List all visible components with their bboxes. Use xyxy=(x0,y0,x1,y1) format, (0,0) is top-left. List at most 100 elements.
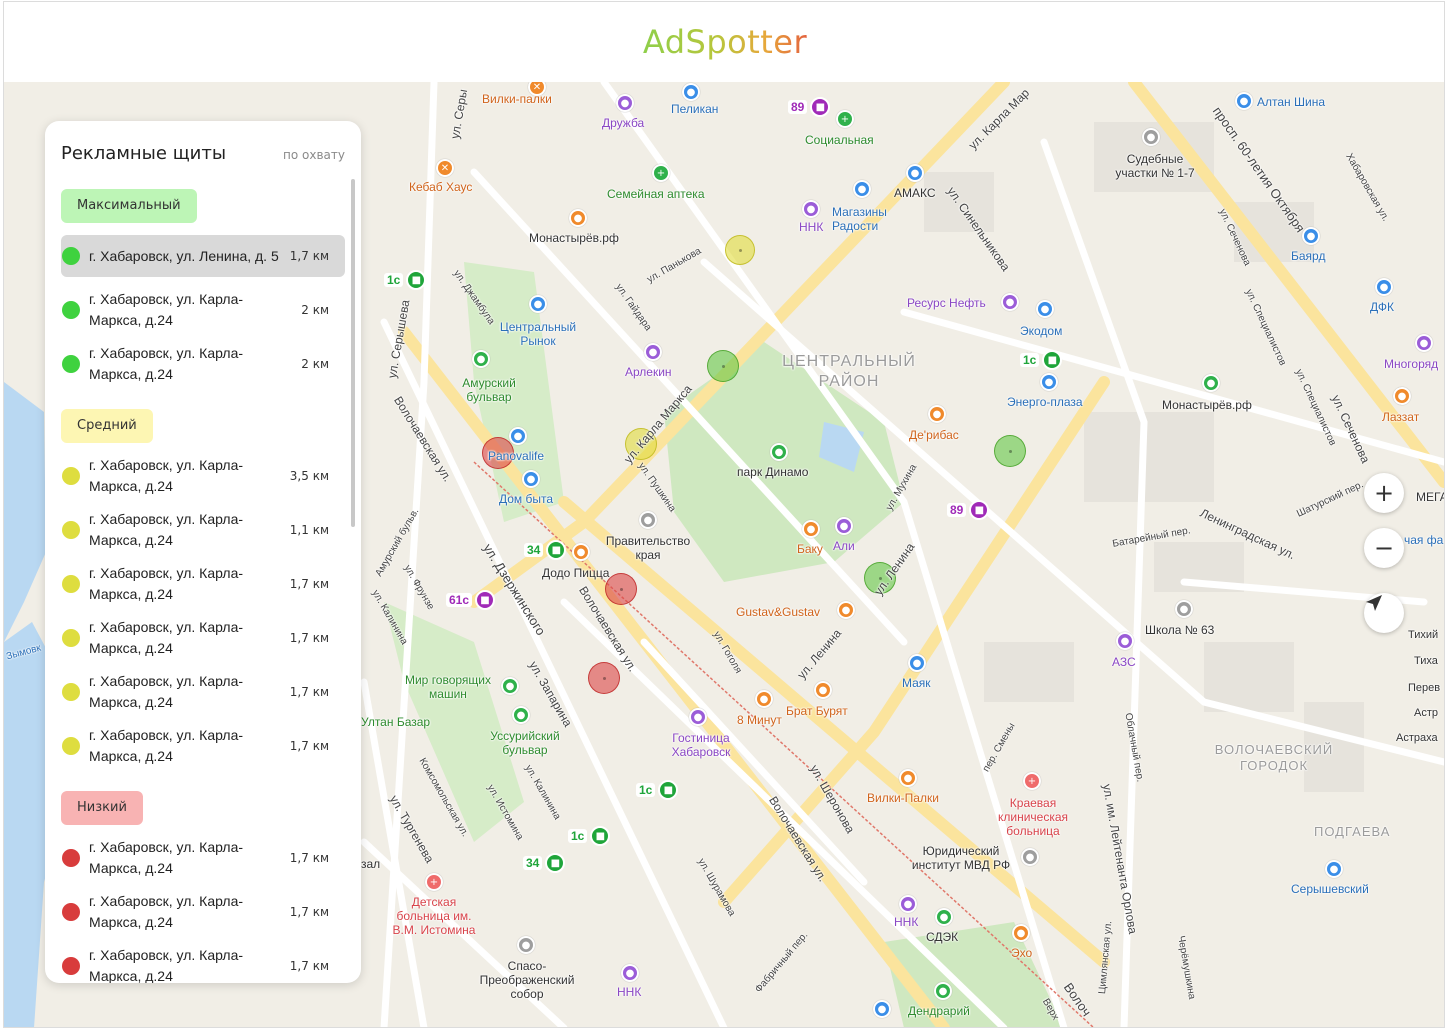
restaurant-icon[interactable]: ● xyxy=(802,520,820,538)
church-icon[interactable]: ● xyxy=(517,936,535,954)
park-icon[interactable]: ● xyxy=(770,443,788,461)
pizza-icon[interactable]: ● xyxy=(572,543,590,561)
list-item[interactable]: г. Хабаровск, ул. Карла-Маркса, д.24 1,7 … xyxy=(61,725,345,767)
shop-icon[interactable]: ● xyxy=(1375,278,1393,296)
park-icon[interactable]: ● xyxy=(472,350,490,368)
group-badge-max: Максимальный xyxy=(61,189,197,223)
hotel-icon[interactable]: ● xyxy=(689,708,707,726)
shop-icon[interactable]: ● xyxy=(1415,334,1433,352)
app-logo[interactable]: AdSpotter xyxy=(643,23,807,61)
restaurant-icon[interactable]: ● xyxy=(928,405,946,423)
shop-icon[interactable]: ● xyxy=(1235,92,1253,110)
list-item[interactable]: г. Хабаровск, ул. Карла-Маркса, д.24 1,7 … xyxy=(61,891,345,933)
place-label: МЕГА xyxy=(1416,490,1445,504)
shop-icon[interactable]: ● xyxy=(682,83,700,101)
government-icon[interactable]: ● xyxy=(639,511,657,529)
place-label: Энерго-плаза xyxy=(1007,395,1083,409)
bus-stop[interactable]: 1с ■ xyxy=(384,270,427,290)
place-label: Детская больница им. В.М. Истомина xyxy=(392,895,476,937)
billboard-spot[interactable] xyxy=(605,573,637,605)
coverage-dot xyxy=(62,355,80,373)
restaurant-icon[interactable]: ● xyxy=(899,769,917,787)
billboard-spot[interactable] xyxy=(994,435,1026,467)
bus-stop[interactable]: 61с ■ xyxy=(446,590,496,610)
place-label: ДФК xyxy=(1370,300,1394,314)
panel-title: Рекламные щиты xyxy=(61,143,227,164)
theatre-icon[interactable]: ● xyxy=(644,343,662,361)
pharmacy-icon[interactable]: + xyxy=(652,164,670,182)
shop-icon[interactable]: ● xyxy=(873,1000,891,1018)
locate-button[interactable] xyxy=(1364,593,1404,633)
shop-icon[interactable]: ● xyxy=(1036,300,1054,318)
list-item[interactable]: г. Хабаровск, ул. Карла-Маркса, д.24 1,7 … xyxy=(61,671,345,713)
coverage-dot xyxy=(62,301,80,319)
list-item[interactable]: г. Хабаровск, ул. Карла-Маркса, д.24 1,7 … xyxy=(61,837,345,879)
shop-icon[interactable]: ● xyxy=(569,209,587,227)
panel-scrollbar[interactable] xyxy=(351,179,355,527)
fuel-icon[interactable]: ● xyxy=(1001,293,1019,311)
place-label: парк Динамо xyxy=(737,465,809,479)
list-item[interactable]: г. Хабаровск, ул. Карла-Маркса, д.24 3,5 … xyxy=(61,455,345,497)
zoom-in-button[interactable]: + xyxy=(1364,473,1404,513)
fuel-icon[interactable]: ● xyxy=(899,895,917,913)
billboard-address: г. Хабаровск, ул. Карла-Маркса, д.24 xyxy=(89,673,244,710)
fuel-icon[interactable]: ● xyxy=(802,200,820,218)
restaurant-icon[interactable]: ● xyxy=(837,601,855,619)
cinema-icon[interactable]: ● xyxy=(616,94,634,112)
zoom-out-button[interactable]: − xyxy=(1364,528,1404,568)
shop-icon[interactable]: ● xyxy=(1302,227,1320,245)
list-item[interactable]: г. Хабаровск, ул. Карла-Маркса, д.24 1,7 … xyxy=(61,563,345,605)
shop-icon[interactable]: ● xyxy=(908,654,926,672)
sort-selector[interactable]: по охвату xyxy=(283,148,345,162)
bus-stop[interactable]: 1с ■ xyxy=(1020,350,1063,370)
shop-icon[interactable]: ● xyxy=(906,164,924,182)
shop-icon[interactable]: ● xyxy=(1202,374,1220,392)
restaurant-icon[interactable]: ● xyxy=(814,681,832,699)
shop-icon[interactable]: ● xyxy=(1040,373,1058,391)
park-icon[interactable]: ● xyxy=(512,706,530,724)
bus-stop[interactable]: 1с ■ xyxy=(568,826,611,846)
school-icon[interactable]: ● xyxy=(1175,600,1193,618)
billboard-distance: 1,7 км xyxy=(289,631,329,645)
list-item[interactable]: г. Хабаровск, ул. Ленина, д. 5 1,7 км xyxy=(61,235,345,277)
list-item[interactable]: г. Хабаровск, ул. Карла-Маркса, д.24 1,1 … xyxy=(61,509,345,551)
museum-icon[interactable]: ● xyxy=(501,677,519,695)
bus-stop[interactable]: 34 ■ xyxy=(523,853,566,873)
billboard-spot[interactable] xyxy=(707,350,739,382)
place-label: Многоряд xyxy=(1384,357,1439,371)
fuel-icon[interactable]: ● xyxy=(621,964,639,982)
hotel-icon[interactable]: ● xyxy=(835,517,853,535)
court-icon[interactable]: ● xyxy=(1142,128,1160,146)
restaurant-icon[interactable]: ● xyxy=(1393,387,1411,405)
bus-stop[interactable]: 34 ■ xyxy=(524,540,567,560)
billboard-spot[interactable] xyxy=(588,662,620,694)
restaurant-icon[interactable]: ✕ xyxy=(436,159,454,177)
market-icon[interactable]: ● xyxy=(529,295,547,313)
institute-icon[interactable]: ● xyxy=(1021,848,1039,866)
delivery-icon[interactable]: ● xyxy=(935,908,953,926)
bus-icon: ■ xyxy=(546,540,567,560)
route-number: 1с xyxy=(568,829,588,843)
gym-icon[interactable]: ● xyxy=(509,427,527,445)
list-item[interactable]: г. Хабаровск, ул. Карла-Маркса, д.24 1,7 … xyxy=(61,945,345,983)
bus-icon: ■ xyxy=(658,780,679,800)
list-item[interactable]: г. Хабаровск, ул. Карла-Маркса, д.24 2 км xyxy=(61,343,345,385)
pharmacy-icon[interactable]: + xyxy=(836,110,854,128)
fuel-icon[interactable]: ● xyxy=(1116,632,1134,650)
restaurant-icon[interactable]: ● xyxy=(755,690,773,708)
bus-stop[interactable]: 89 ■ xyxy=(788,97,831,117)
billboard-list[interactable]: Максимальный г. Хабаровск, ул. Ленина, д… xyxy=(61,185,345,983)
shop-icon[interactable]: ● xyxy=(1325,860,1343,878)
hospital-icon[interactable]: + xyxy=(1023,772,1041,790)
list-item[interactable]: г. Хабаровск, ул. Карла-Маркса, д.24 1,7 … xyxy=(61,617,345,659)
bus-stop[interactable]: 1с ■ xyxy=(636,780,679,800)
park-icon[interactable]: ● xyxy=(934,982,952,1000)
service-icon[interactable]: ● xyxy=(522,470,540,488)
restaurant-icon[interactable]: ● xyxy=(1012,924,1030,942)
billboards-panel: Рекламные щиты по охвату Максимальный г.… xyxy=(45,121,361,983)
list-item[interactable]: г. Хабаровск, ул. Карла-Маркса, д.24 2 км xyxy=(61,289,345,331)
billboard-spot[interactable] xyxy=(725,235,755,265)
bus-stop[interactable]: 89 ■ xyxy=(947,500,990,520)
hospital-icon[interactable]: + xyxy=(425,873,443,891)
shop-icon[interactable]: ● xyxy=(853,180,871,198)
